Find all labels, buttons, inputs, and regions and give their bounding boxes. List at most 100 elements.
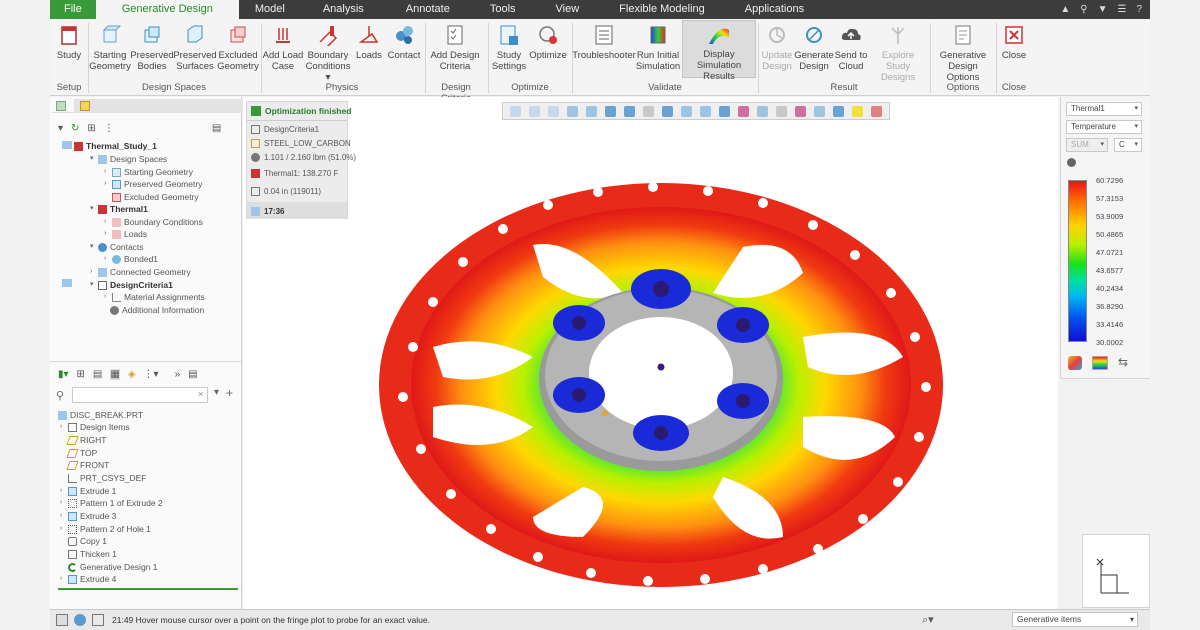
insert-indicator[interactable] [58, 588, 238, 590]
swap-icon[interactable]: ⇆ [1118, 355, 1128, 369]
tree-item[interactable]: › Connected Geometry [90, 266, 191, 278]
csys-display-icon[interactable] [757, 105, 768, 117]
starting-geometry-button[interactable]: Starting Geometry [89, 23, 131, 72]
columns-icon[interactable]: ⋮▾ [144, 369, 159, 380]
full-screen-icon[interactable] [92, 614, 104, 626]
tab-view[interactable]: View [536, 0, 600, 19]
tree-item[interactable]: ▾Thermal_Study_1 [66, 140, 157, 152]
add-load-case-button[interactable]: Add Load Case [262, 23, 304, 72]
point-display-icon[interactable] [795, 105, 806, 117]
tab-file[interactable]: File [50, 0, 96, 19]
tree-item[interactable]: TOP [66, 447, 97, 459]
tab-model[interactable]: Model [239, 0, 301, 19]
collapse-icon[interactable]: ▲ [1060, 4, 1070, 15]
model-tree-search-input[interactable] [72, 387, 208, 403]
color-map-icon[interactable] [1092, 356, 1108, 370]
datum-display-icon[interactable] [700, 105, 711, 117]
tab-annotate[interactable]: Annotate [386, 0, 470, 19]
selection-filter-select[interactable]: Generative items ▾ [1012, 612, 1138, 627]
generate-design-button[interactable]: Generate Design [794, 23, 834, 72]
layers-icon[interactable]: ▤ [93, 369, 102, 380]
tree-item[interactable]: › Extrude 1 [60, 485, 116, 497]
explore-study-designs-button[interactable]: Explore Study Designs [870, 23, 926, 83]
pan-icon[interactable] [586, 105, 597, 117]
spin-center-icon[interactable] [738, 105, 749, 117]
tree-item[interactable]: › Loads [104, 228, 147, 240]
component-select[interactable]: SUM ▾ [1066, 138, 1108, 152]
columns-icon[interactable]: ⋮ [104, 123, 114, 134]
preserved-bodies-button[interactable]: Preserved Bodies [130, 23, 174, 72]
notes-icon[interactable]: ▤ [188, 369, 197, 380]
filter-icon[interactable]: ⚲ [56, 389, 64, 402]
study-tree-tab-icon[interactable] [56, 101, 66, 111]
troubleshooter-button[interactable]: Troubleshooter [572, 23, 636, 61]
optimize-button[interactable]: Optimize [528, 23, 568, 61]
tree-item[interactable]: ▾ Thermal1 [90, 203, 148, 215]
tab-applications[interactable]: Applications [725, 0, 824, 19]
excluded-geometry-button[interactable]: Excluded Geometry [217, 23, 259, 72]
tree-item[interactable]: ▾ Contacts [90, 241, 144, 253]
zoom-in-icon[interactable] [529, 105, 540, 117]
filter-settings-icon[interactable]: ◈ [128, 369, 136, 380]
tree-item[interactable]: Thicken 1 [68, 548, 117, 560]
grid-icon[interactable]: ▦ [110, 368, 120, 380]
fringe-display-icon[interactable] [871, 105, 882, 117]
tree-item[interactable]: Excluded Geometry [112, 191, 199, 203]
graphics-viewport[interactable] [243, 97, 1058, 609]
model-tree-tab[interactable] [74, 99, 244, 113]
collapse-legend-icon[interactable] [1067, 158, 1076, 167]
tree-item[interactable]: › Extrude 4 [60, 573, 116, 585]
tree-item[interactable]: › Extrude 3 [60, 510, 116, 522]
grid-display-icon[interactable] [776, 105, 787, 117]
send-to-cloud-button[interactable]: Send to Cloud [834, 23, 868, 72]
plane-display-icon[interactable] [814, 105, 825, 117]
tree-icon[interactable]: ⊞ [87, 123, 95, 134]
community-icon[interactable]: ▼ [1098, 4, 1108, 15]
run-initial-simulation-button[interactable]: Run Initial Simulation [636, 23, 680, 72]
display-simulation-results-button[interactable]: Display Simulation Results [682, 20, 756, 82]
tree-item[interactable]: › Design Items [60, 421, 130, 433]
tab-generative-design[interactable]: Generative Design [95, 0, 239, 19]
zoom-out-icon[interactable] [548, 105, 559, 117]
annotation-display-icon[interactable] [719, 105, 730, 117]
preserved-surfaces-button[interactable]: Preserved Surfaces [173, 23, 217, 72]
tab-tools[interactable]: Tools [470, 0, 536, 19]
tree-icon[interactable]: ⊞ [77, 369, 85, 380]
tree-item[interactable]: ▾ Design Spaces [90, 153, 167, 165]
notes-icon[interactable]: ▤ [212, 123, 221, 134]
study-settings-button[interactable]: Study Settings [492, 23, 526, 72]
panel-toggle-icon[interactable] [56, 614, 68, 626]
browser-icon[interactable] [74, 614, 86, 626]
close-button[interactable]: Close [1000, 23, 1028, 61]
tree-item[interactable]: FRONT [66, 459, 109, 471]
results-display-icon[interactable] [852, 105, 863, 117]
generative-design-options-button[interactable]: Generative Design Options [932, 23, 994, 83]
refresh-icon[interactable]: ↻ [71, 123, 79, 134]
add-icon[interactable]: + [226, 386, 233, 400]
study-button[interactable]: Study [54, 23, 84, 61]
loads-button[interactable]: Loads [354, 23, 384, 61]
help-icon[interactable]: ? [1136, 4, 1142, 15]
orient-icon[interactable] [643, 105, 654, 117]
tree-item[interactable]: Copy 1 [68, 535, 107, 547]
menu-icon[interactable]: ☰ [1117, 4, 1126, 15]
update-design-button[interactable]: Update Design [760, 23, 794, 72]
find-icon[interactable]: ⌕▾ [922, 613, 934, 627]
axis-display-icon[interactable] [833, 105, 844, 117]
quantity-select[interactable]: Temperature ▾ [1066, 120, 1142, 134]
tree-item[interactable]: PRT_CSYS_DEF [68, 472, 146, 484]
tree-item[interactable]: › Boundary Conditions [104, 216, 203, 228]
tab-analysis[interactable]: Analysis [301, 0, 386, 19]
add-design-criteria-button[interactable]: Add Design Criteria [430, 23, 480, 72]
section-icon[interactable] [662, 105, 673, 117]
tree-item[interactable]: RIGHT [66, 434, 106, 446]
tree-item[interactable]: Additional Information [110, 304, 204, 316]
tree-item[interactable]: › Pattern 1 of Extrude 2 [60, 497, 163, 509]
contact-button[interactable]: Contact [386, 23, 422, 61]
tree-item[interactable]: › Starting Geometry [104, 166, 193, 178]
tree-item[interactable]: DISC_BREAK.PRT [58, 409, 143, 421]
result-select[interactable]: Thermal1 ▾ [1066, 102, 1142, 116]
tab-flexible-modeling[interactable]: Flexible Modeling [599, 0, 725, 19]
expand-icon[interactable]: ▾ [58, 123, 63, 134]
fringe-plot[interactable] [243, 97, 1058, 609]
